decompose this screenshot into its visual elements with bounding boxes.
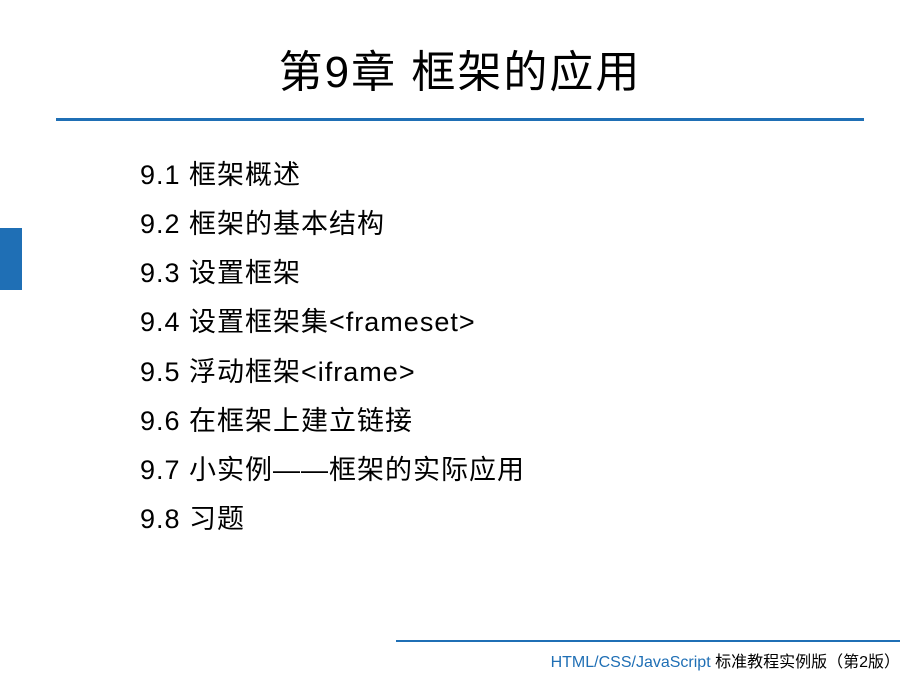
footer-tail: 标准教程实例版（第2版） (711, 654, 900, 671)
page-title: 第9章 框架的应用 (0, 0, 920, 118)
toc-item: 9.5 浮动框架<iframe> (140, 348, 920, 397)
footer-brand: HTML/CSS/JavaScript (551, 654, 711, 671)
toc-item: 9.7 小实例——框架的实际应用 (140, 446, 920, 495)
toc-item: 9.6 在框架上建立链接 (140, 397, 920, 446)
toc-item: 9.8 习题 (140, 495, 920, 544)
left-accent-bar (0, 228, 22, 290)
footer-text: HTML/CSS/JavaScript 标准教程实例版（第2版） (0, 642, 920, 672)
toc-item: 9.4 设置框架集<frameset> (140, 298, 920, 347)
toc-list: 9.1 框架概述 9.2 框架的基本结构 9.3 设置框架 9.4 设置框架集<… (0, 121, 920, 544)
toc-item: 9.1 框架概述 (140, 151, 920, 200)
footer: HTML/CSS/JavaScript 标准教程实例版（第2版） (0, 640, 920, 672)
toc-item: 9.2 框架的基本结构 (140, 200, 920, 249)
toc-item: 9.3 设置框架 (140, 249, 920, 298)
